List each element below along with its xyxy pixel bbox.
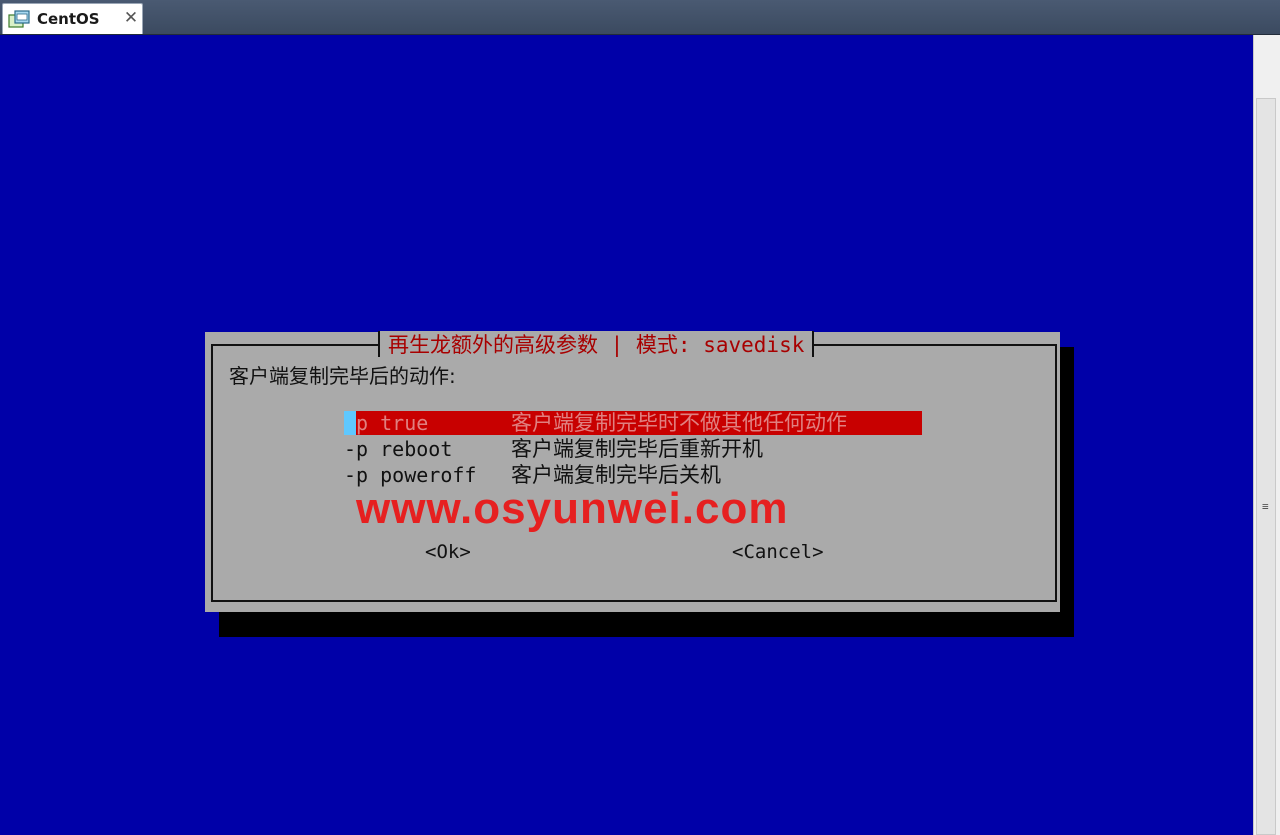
close-icon[interactable]: ✕ — [121, 8, 141, 28]
text-cursor — [344, 411, 356, 435]
menu-item-reboot[interactable]: -p reboot 客户端复制完毕后重新开机 — [344, 437, 922, 461]
dialog-prompt: 客户端复制完毕后的动作: — [229, 364, 456, 388]
menu-item-description: 客户端复制完毕时不做其他任何动作 — [511, 411, 847, 435]
menu-item-flag: -p reboot — [344, 437, 453, 461]
menu-item-true[interactable]: -p true 客户端复制完毕时不做其他任何动作 — [344, 411, 922, 435]
tab-bar: CentOS ✕ — [0, 0, 1280, 35]
tab-centos[interactable]: CentOS ✕ — [2, 3, 143, 34]
ok-button[interactable]: <Ok> — [425, 540, 471, 564]
menu-item-description: 客户端复制完毕后重新开机 — [511, 437, 763, 461]
watermark-text: www.osyunwei.com — [356, 484, 789, 533]
tab-title: CentOS — [37, 10, 100, 28]
grip-icon: ≡ — [1262, 500, 1269, 513]
menu-item-flag: -p true — [344, 411, 429, 435]
cancel-button[interactable]: <Cancel> — [732, 540, 824, 564]
scrollbar-thumb[interactable] — [1256, 98, 1276, 835]
vm-icon — [8, 10, 30, 28]
dialog-title: 再生龙额外的高级参数 | 模式: savedisk — [378, 331, 815, 357]
